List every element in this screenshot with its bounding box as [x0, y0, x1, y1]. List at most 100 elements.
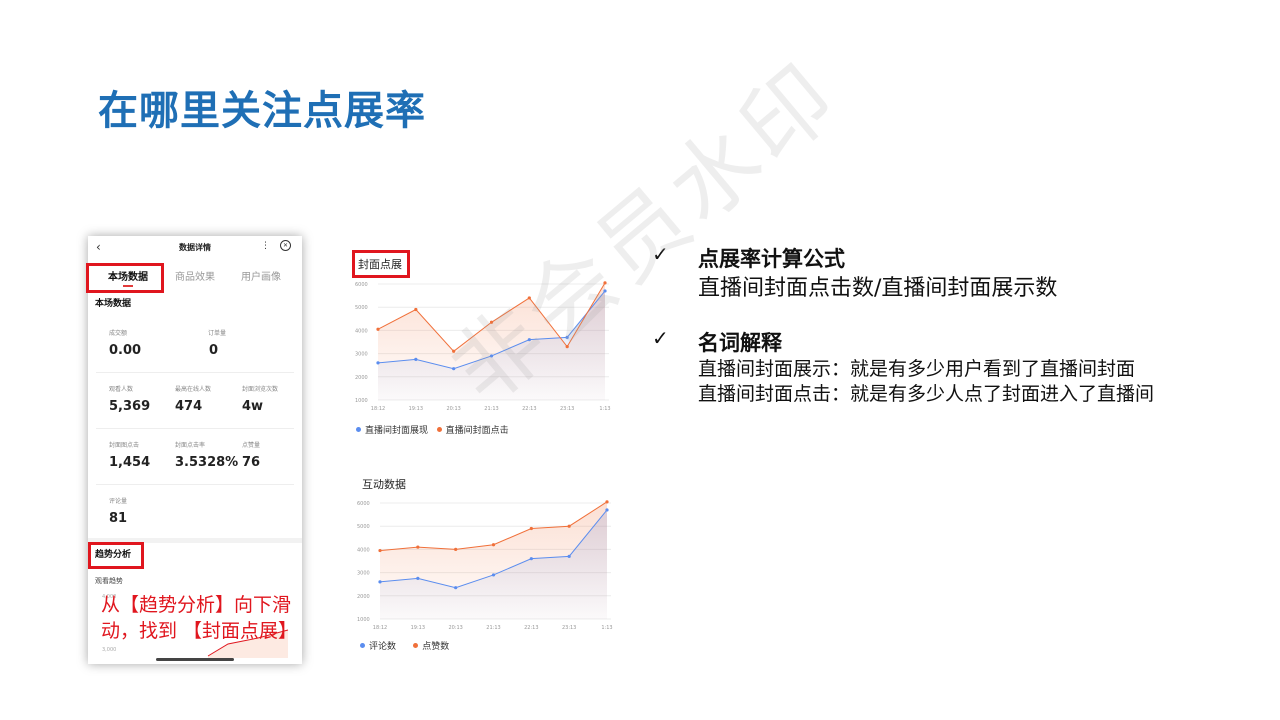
- x-tick-label: 22:13: [524, 625, 538, 631]
- legend-label: 评论数: [369, 642, 397, 652]
- metric-value: 1,454: [109, 455, 151, 470]
- legend-item: 评论数: [360, 642, 396, 652]
- metric-label: 成交额: [109, 330, 128, 337]
- y-tick-label: 6000: [355, 282, 368, 288]
- y-tick-label: 6000: [357, 501, 370, 507]
- y-tick-label: 4000: [355, 328, 368, 334]
- chart-title: 封面点展: [358, 258, 402, 271]
- chart-legend: 评论数 点赞数: [360, 639, 449, 652]
- metric-value: 3.5328%: [175, 455, 239, 470]
- data-point: [416, 576, 420, 580]
- close-icon[interactable]: ✕: [280, 240, 291, 251]
- metric-label: 封面点击率: [175, 442, 206, 449]
- metric-label: 点赞量: [242, 442, 261, 449]
- x-tick-label: 20:13: [446, 406, 460, 412]
- data-point: [414, 357, 418, 361]
- metric-label: 最高在线人数: [175, 386, 212, 393]
- y-tick-label: 1000: [357, 617, 370, 623]
- y-tick-label: 4000: [357, 547, 370, 553]
- interaction-chart: 6000 5000 4000 3000 2000 100018:12 19:13 20:13 2…: [357, 500, 613, 631]
- data-point: [491, 543, 496, 547]
- metric-value: 474: [175, 399, 203, 414]
- x-tick-label: 23:13: [560, 406, 574, 412]
- metric-value: 4w: [242, 399, 264, 414]
- metric-label: 观看人数: [109, 386, 134, 393]
- y-tick-label: 3000: [355, 352, 368, 358]
- legend-label: 直播间封面展现: [365, 426, 429, 436]
- axis-tick: 3,000: [102, 647, 117, 653]
- note-line: 动，找到 【封面点展】: [101, 620, 298, 642]
- instruction-note: 从【趋势分析】向下滑 动，找到 【封面点展】: [101, 592, 297, 644]
- highlight-box: [88, 542, 144, 569]
- divider: [96, 428, 294, 429]
- legend-dot-icon: [436, 427, 442, 432]
- home-indicator: [156, 658, 234, 661]
- legend-label: 点赞数: [422, 642, 450, 652]
- data-point: [567, 524, 571, 528]
- series-area: [380, 501, 607, 619]
- data-point: [454, 547, 458, 551]
- metric-value: 81: [109, 511, 128, 526]
- data-point: [454, 586, 458, 590]
- metric-value: 0: [209, 343, 219, 358]
- phone-header: ‹ 数据详情 ⋮ ✕: [88, 236, 302, 258]
- page-title: 在哪里关注点展率: [98, 88, 426, 134]
- legend-label: 直播间封面点击: [445, 426, 509, 436]
- x-tick-label: 23:13: [562, 625, 576, 631]
- tab-user-profile[interactable]: 用户画像: [241, 268, 281, 283]
- trend-label: 观看趋势: [95, 577, 123, 585]
- data-point: [605, 508, 609, 512]
- data-point: [378, 580, 382, 584]
- section-live-data: 本场数据: [95, 299, 132, 309]
- metric-label: 订单量: [208, 330, 227, 337]
- chart-legend: 直播间封面展现 直播间封面点击: [356, 423, 509, 436]
- legend-item: 点赞数: [413, 642, 449, 652]
- metric-value: 5,369: [109, 399, 151, 414]
- tab-product-effect[interactable]: 商品效果: [175, 268, 215, 283]
- data-point: [491, 573, 496, 577]
- data-point: [376, 327, 380, 331]
- legend-item: 直播间封面展现: [356, 426, 428, 436]
- definition-click: 直播间封面点击：就是有多少人点了封面进入了直播间: [698, 383, 1155, 405]
- x-tick-label: 20:13: [448, 625, 462, 631]
- legend-dot-icon: [413, 643, 419, 648]
- data-point: [529, 526, 533, 531]
- data-point: [378, 548, 382, 553]
- divider: [96, 372, 294, 373]
- divider: [96, 484, 294, 485]
- formula-heading: 点展率计算公式: [698, 247, 845, 271]
- data-point: [605, 500, 609, 504]
- x-tick-label: 19:13: [411, 625, 425, 631]
- data-point: [376, 361, 380, 365]
- formula-text: 直播间封面点击数/直播间封面展示数: [698, 276, 1058, 301]
- y-tick-label: 3000: [357, 571, 370, 577]
- data-point: [414, 307, 418, 312]
- metric-label: 封面浏览次数: [242, 386, 279, 393]
- y-tick-label: 1000: [355, 398, 368, 404]
- x-tick-label: 1:13: [599, 406, 610, 412]
- data-point: [567, 554, 571, 558]
- y-tick-label: 2000: [357, 594, 370, 600]
- x-tick-label: 19:13: [409, 406, 423, 412]
- x-tick-label: 1:13: [601, 625, 612, 631]
- more-icon[interactable]: ⋮: [261, 241, 270, 251]
- x-tick-label: 18:12: [373, 625, 387, 631]
- metric-value: 76: [242, 455, 261, 470]
- data-point: [416, 545, 420, 549]
- metric-label: 评论量: [109, 498, 128, 505]
- x-tick-label: 21:13: [486, 625, 500, 631]
- note-line: 从【趋势分析】向下滑: [101, 594, 292, 616]
- chart-title: 互动数据: [362, 478, 406, 491]
- legend-dot-icon: [360, 643, 365, 648]
- x-tick-label: 18:12: [371, 406, 385, 412]
- glossary-heading: 名词解释: [698, 331, 782, 355]
- y-tick-label: 5000: [355, 305, 368, 311]
- definition-impression: 直播间封面展示：就是有多少用户看到了直播间封面: [698, 358, 1136, 380]
- check-icon: ✓: [652, 326, 669, 350]
- metric-label: 封面图点击: [109, 442, 140, 449]
- legend-dot-icon: [356, 427, 361, 432]
- data-point: [529, 557, 533, 561]
- y-tick-label: 5000: [357, 524, 370, 530]
- highlight-box: [86, 263, 164, 293]
- metric-value: 0.00: [109, 343, 142, 358]
